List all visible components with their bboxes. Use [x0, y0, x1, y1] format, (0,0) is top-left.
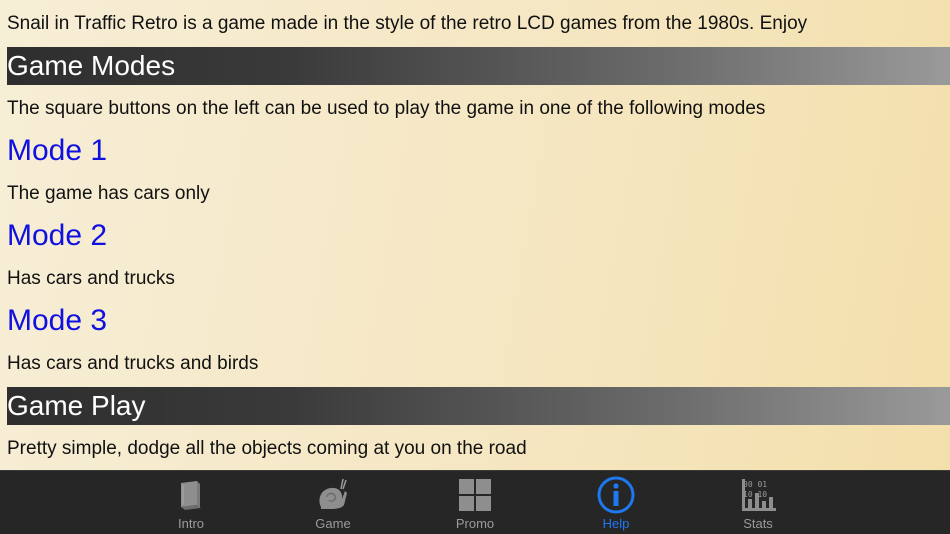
tab-label: Promo	[455, 516, 495, 531]
book-icon	[181, 481, 201, 510]
section-header-game-modes: Game Modes	[7, 47, 950, 85]
tab-label: Stats	[743, 516, 773, 531]
mode-3-text: Has cars and trucks and birds	[7, 353, 259, 374]
tab-promo[interactable]: Promo	[430, 475, 520, 533]
mode-1-heading: Mode 1	[7, 134, 108, 167]
mode-2-text: Has cars and trucks	[7, 268, 175, 289]
info-icon	[597, 476, 635, 514]
section-header-game-play: Game Play	[7, 387, 950, 425]
mode-3-heading: Mode 3	[7, 304, 108, 337]
grid-icon	[459, 479, 491, 511]
game-play-text: Pretty simple, dodge all the objects com…	[7, 438, 527, 459]
tab-game[interactable]: Game	[288, 475, 378, 533]
game-modes-text: The square buttons on the left can be us…	[7, 98, 766, 119]
tab-label: Help	[602, 516, 630, 531]
svg-text:00 01: 00 01	[743, 480, 767, 489]
intro-text: Snail in Traffic Retro is a game made in…	[7, 13, 808, 34]
tab-label: Intro	[177, 516, 204, 531]
help-content[interactable]: Snail in Traffic Retro is a game made in…	[0, 0, 950, 470]
tab-intro[interactable]: Intro	[146, 475, 236, 533]
tab-help[interactable]: Help	[571, 475, 661, 533]
snail-icon	[319, 478, 347, 509]
tab-stats[interactable]: 00 01 10 10 Stats	[713, 475, 803, 533]
stats-chart-icon: 00 01 10 10	[742, 479, 776, 511]
tab-label: Game	[315, 516, 351, 531]
tab-bar: Intro Game Promo Help 00 01 10 10 Stats	[0, 470, 950, 534]
section-title: Game Modes	[7, 50, 176, 81]
section-title: Game Play	[7, 390, 146, 421]
mode-1-text: The game has cars only	[7, 183, 210, 204]
mode-2-heading: Mode 2	[7, 219, 108, 252]
